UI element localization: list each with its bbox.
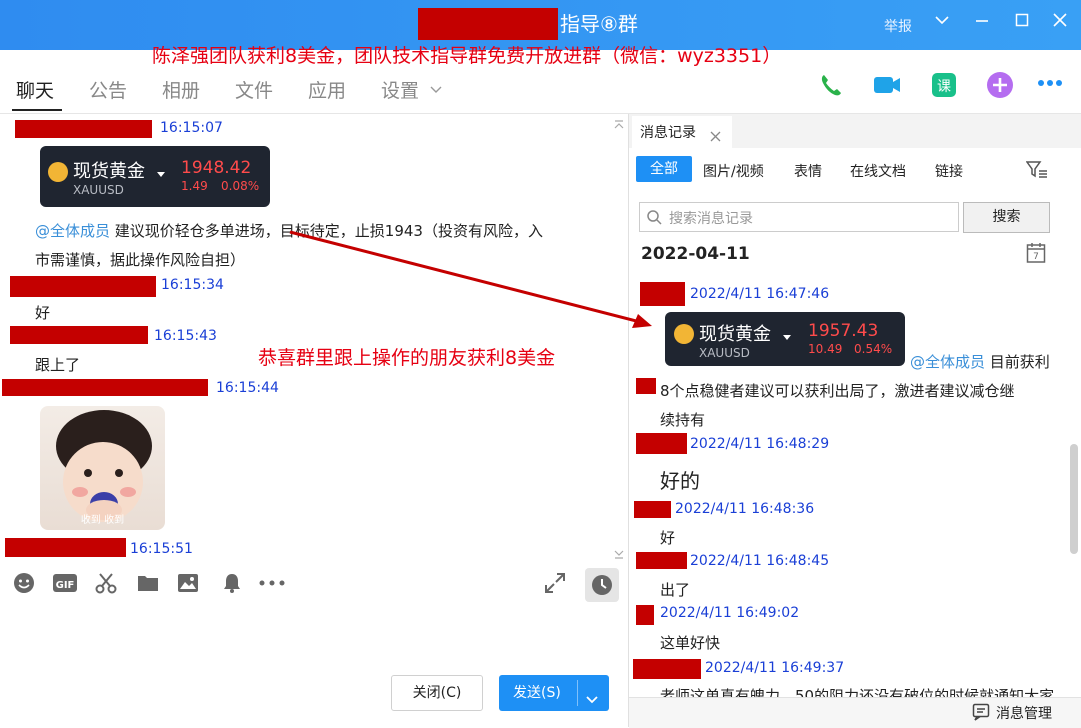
history-stock-card[interactable]: 现货黄金 XAUUSD 1957.43 10.49 0.54% <box>665 312 905 366</box>
history-message: 好 <box>660 529 676 547</box>
minimize-icon[interactable] <box>970 12 994 33</box>
history-scrollbar[interactable] <box>1070 444 1078 554</box>
history-date: 2022-04-11 <box>641 244 750 264</box>
message-text: 跟上了 <box>35 356 81 374</box>
stock-change: 10.49 <box>808 342 843 356</box>
stock-change-pct: 0.54% <box>854 342 893 356</box>
history-message: @全体成员 目前获利 <box>910 351 1050 372</box>
filter-media[interactable]: 图片/视频 <box>703 161 764 181</box>
more-icon[interactable] <box>1036 70 1066 100</box>
history-message: 出了 <box>660 581 691 599</box>
collapse-down-icon[interactable] <box>613 545 625 564</box>
search-icon <box>647 210 662 225</box>
annotation-text: 恭喜群里跟上操作的朋友获利8美金 <box>258 347 556 369</box>
maximize-icon[interactable] <box>1010 12 1034 33</box>
history-time: 2022/4/11 16:49:02 <box>660 605 800 621</box>
redacted-sender <box>636 378 656 394</box>
annotation-arrow <box>289 230 652 328</box>
class-icon[interactable]: 课 <box>929 70 959 100</box>
message-time: 16:15:44 <box>216 380 279 396</box>
send-divider <box>577 680 578 706</box>
report-button[interactable]: 举报 <box>884 16 912 36</box>
add-app-icon[interactable] <box>985 70 1015 100</box>
history-search-button[interactable]: 搜索 <box>963 202 1050 233</box>
emoji-icon[interactable] <box>12 571 36 600</box>
message-manage-button[interactable]: 消息管理 <box>996 703 1052 723</box>
gold-coin-icon <box>674 324 694 344</box>
svg-text:GIF: GIF <box>56 580 75 591</box>
close-window-icon[interactable] <box>1048 12 1072 33</box>
redacted-sender <box>636 433 687 454</box>
redacted-sender <box>634 501 671 518</box>
filter-all[interactable]: 全部 <box>636 156 692 182</box>
history-message: 好的 <box>660 469 700 493</box>
mention-all[interactable]: @全体成员 <box>910 353 985 371</box>
phone-call-icon[interactable] <box>816 70 846 100</box>
svg-text:课: 课 <box>937 79 951 95</box>
sticker-image[interactable]: 收到 收到 <box>40 406 165 530</box>
dropdown-icon <box>782 327 792 346</box>
stock-symbol: XAUUSD <box>699 346 750 360</box>
search-placeholder: 搜索消息记录 <box>669 211 753 227</box>
history-button[interactable] <box>585 568 619 602</box>
folder-icon[interactable] <box>136 571 160 600</box>
message-line: 目前获利 <box>989 353 1050 371</box>
close-tab-icon[interactable] <box>710 127 721 146</box>
history-time: 2022/4/11 16:47:46 <box>690 286 830 302</box>
message-line: 8个点稳健者建议可以获利出局了，激进者建议减仓继 <box>660 382 1015 400</box>
bell-icon[interactable] <box>220 571 244 600</box>
history-tab[interactable]: 消息记录 <box>640 122 696 142</box>
image-icon[interactable] <box>176 571 200 600</box>
sticker-caption: 收到 收到 <box>80 515 125 526</box>
gif-icon[interactable]: GIF <box>52 571 78 600</box>
expand-icon[interactable] <box>543 571 567 600</box>
message-manage-icon[interactable] <box>972 703 990 725</box>
calendar-icon[interactable]: 7 <box>1026 242 1046 268</box>
filter-docs[interactable]: 在线文档 <box>850 161 906 181</box>
more-tools-icon[interactable] <box>258 571 286 600</box>
stock-price: 1957.43 <box>808 321 879 341</box>
chevron-down-icon[interactable] <box>930 12 954 33</box>
redacted-sender <box>5 538 126 557</box>
scissors-icon[interactable] <box>94 571 118 600</box>
filter-links[interactable]: 链接 <box>935 161 963 181</box>
svg-text:7: 7 <box>1033 252 1039 262</box>
message-line: 续持有 <box>660 411 706 429</box>
filter-emoji[interactable]: 表情 <box>794 161 822 181</box>
stock-name: 现货黄金 <box>699 324 771 345</box>
redacted-sender <box>2 379 208 396</box>
history-time: 2022/4/11 16:48:36 <box>675 501 815 517</box>
video-call-icon[interactable] <box>872 70 902 100</box>
history-time: 2022/4/11 16:49:37 <box>705 660 845 676</box>
redacted-sender <box>636 552 687 569</box>
send-button[interactable]: 发送(S) <box>499 675 609 711</box>
message-time: 16:15:51 <box>130 541 193 557</box>
history-time: 2022/4/11 16:48:29 <box>690 436 830 452</box>
history-message: 这单好快 <box>660 634 721 652</box>
send-options-icon[interactable] <box>585 685 599 719</box>
history-time: 2022/4/11 16:48:45 <box>690 553 830 569</box>
redacted-sender <box>640 282 685 306</box>
redacted-sender <box>633 659 701 679</box>
send-label: 发送(S) <box>513 685 561 701</box>
history-search-input[interactable]: 搜索消息记录 <box>639 202 959 232</box>
close-button[interactable]: 关闭(C) <box>391 675 483 711</box>
filter-settings-icon[interactable] <box>1025 160 1048 184</box>
redacted-sender <box>636 605 654 625</box>
